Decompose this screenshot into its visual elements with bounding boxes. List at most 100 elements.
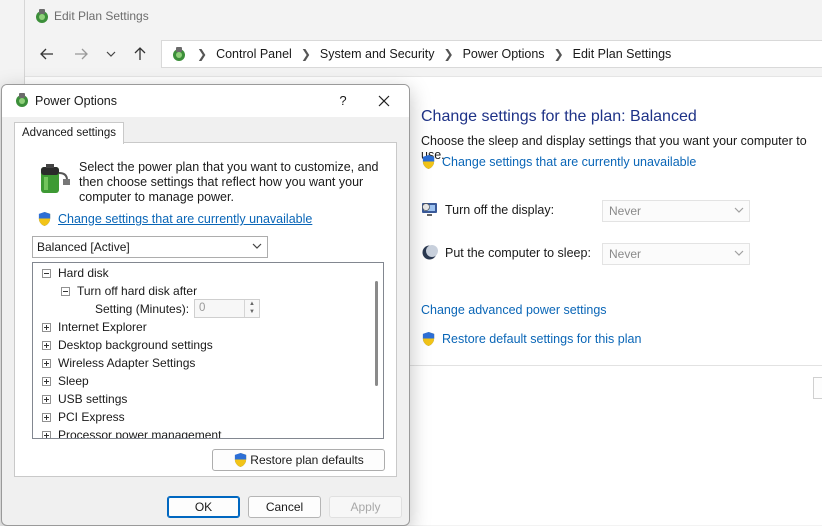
expand-icon[interactable] xyxy=(42,322,51,332)
battery-plug-icon xyxy=(41,164,70,193)
tree-item-wireless-adapter[interactable]: Wireless Adapter Settings xyxy=(42,354,195,372)
tree-scrollbar[interactable] xyxy=(371,263,383,438)
uac-shield-icon xyxy=(422,331,435,347)
tree-label: Sleep xyxy=(58,374,89,388)
expand-icon[interactable] xyxy=(42,394,51,404)
page-title: Change settings for the plan: Balanced xyxy=(421,108,697,125)
dialog-intro-text: Select the power plan that you want to c… xyxy=(79,160,379,204)
breadcrumb-control-panel[interactable]: Control Panel xyxy=(216,47,292,61)
dialog-title: Power Options xyxy=(35,94,117,108)
save-button-partial[interactable] xyxy=(813,377,822,399)
power-plan-select[interactable]: Balanced [Active] xyxy=(32,236,268,258)
expand-icon[interactable] xyxy=(42,412,51,422)
sleep-label: Put the computer to sleep: xyxy=(445,245,591,260)
display-timeout-select[interactable]: Never xyxy=(602,200,750,222)
breadcrumb-separator-icon: ❯ xyxy=(197,47,208,61)
chevron-down-icon xyxy=(106,51,116,57)
restore-default-settings-link[interactable]: Restore default settings for this plan xyxy=(442,332,641,346)
spin-down-icon[interactable]: ▼ xyxy=(245,308,259,316)
tree-item-setting-minutes: Setting (Minutes): xyxy=(95,300,189,318)
close-button[interactable] xyxy=(370,90,398,112)
breadcrumb-edit-plan-settings[interactable]: Edit Plan Settings xyxy=(573,47,672,61)
tree-label: Turn off hard disk after xyxy=(77,284,198,298)
close-icon xyxy=(378,95,390,107)
tree-label: Processor power management xyxy=(58,428,222,439)
tree-label: PCI Express xyxy=(58,410,125,424)
settings-tree: Hard disk Turn off hard disk after Setti… xyxy=(32,262,384,439)
arrow-right-icon xyxy=(75,48,88,60)
tree-item-pci-express[interactable]: PCI Express xyxy=(42,408,125,426)
tree-item-sleep[interactable]: Sleep xyxy=(42,372,89,390)
tree-item-internet-explorer[interactable]: Internet Explorer xyxy=(42,318,147,336)
chevron-down-icon xyxy=(734,250,744,256)
breadcrumb-separator-icon: ❯ xyxy=(553,47,564,61)
window-title: Edit Plan Settings xyxy=(54,9,149,23)
navigation-bar: ❯ Control Panel ❯ System and Security ❯ … xyxy=(25,32,822,77)
up-button[interactable] xyxy=(128,42,152,66)
tree-label: Hard disk xyxy=(58,266,109,280)
scrollbar-thumb[interactable] xyxy=(375,281,378,386)
tree-item-hard-disk[interactable]: Hard disk xyxy=(42,264,109,282)
tree-item-desktop-background[interactable]: Desktop background settings xyxy=(42,336,213,354)
tree-label: Wireless Adapter Settings xyxy=(58,356,196,370)
dialog-change-unavailable-link[interactable]: Change settings that are currently unava… xyxy=(58,212,312,226)
uac-shield-icon xyxy=(235,452,247,468)
chevron-down-icon xyxy=(734,207,744,213)
restore-defaults-row: Restore default settings for this plan xyxy=(421,331,641,347)
tree-label: Internet Explorer xyxy=(58,320,147,334)
sleep-timeout-select[interactable]: Never xyxy=(602,243,750,265)
power-options-icon xyxy=(16,93,28,107)
breadcrumb-separator-icon: ❯ xyxy=(443,47,454,61)
forward-button[interactable] xyxy=(69,42,93,66)
monitor-icon xyxy=(422,203,437,216)
breadcrumb-system-and-security[interactable]: System and Security xyxy=(320,47,435,61)
setting-minutes-value: 0 xyxy=(199,302,206,314)
dialog-unavailable-row: Change settings that are currently unava… xyxy=(37,211,312,227)
expand-icon[interactable] xyxy=(42,430,51,438)
ok-button[interactable]: OK xyxy=(167,496,240,518)
control-panel-icon xyxy=(173,47,185,61)
tree-item-turn-off-hard-disk[interactable]: Turn off hard disk after xyxy=(61,282,197,300)
restore-plan-defaults-label: Restore plan defaults xyxy=(250,453,364,467)
recent-locations-button[interactable] xyxy=(99,42,123,66)
display-label: Turn off the display: xyxy=(445,202,555,217)
cancel-button[interactable]: Cancel xyxy=(248,496,321,518)
breadcrumb-power-options[interactable]: Power Options xyxy=(463,47,545,61)
arrow-up-icon xyxy=(134,47,146,60)
tree-item-usb-settings[interactable]: USB settings xyxy=(42,390,127,408)
spinner-buttons[interactable]: ▲ ▼ xyxy=(244,300,259,317)
address-bar[interactable]: ❯ Control Panel ❯ System and Security ❯ … xyxy=(161,40,822,68)
moon-icon xyxy=(422,245,438,260)
power-options-dialog: Power Options ? Advanced settings Select… xyxy=(1,84,410,526)
window-titlebar: Edit Plan Settings xyxy=(25,0,822,32)
setting-minutes-spinner[interactable]: 0 ▲ ▼ xyxy=(194,299,260,318)
help-button[interactable]: ? xyxy=(332,90,354,112)
expand-icon[interactable] xyxy=(42,376,51,386)
advanced-settings-row: Change advanced power settings xyxy=(421,303,607,317)
dialog-titlebar: Power Options ? xyxy=(2,85,409,117)
power-plan-value: Balanced [Active] xyxy=(37,240,130,254)
sleep-timeout-value: Never xyxy=(609,247,642,261)
power-options-icon xyxy=(36,9,48,23)
setting-minutes-label: Setting (Minutes): xyxy=(95,302,190,316)
tree-item-processor-power[interactable]: Processor power management xyxy=(42,426,222,439)
display-timeout-value: Never xyxy=(609,204,642,218)
tab-advanced-settings[interactable]: Advanced settings xyxy=(14,122,124,144)
collapse-icon[interactable] xyxy=(42,268,51,278)
apply-button[interactable]: Apply xyxy=(329,496,402,518)
uac-shield-icon xyxy=(38,211,51,227)
advanced-settings-panel: Select the power plan that you want to c… xyxy=(14,142,397,477)
back-button[interactable] xyxy=(35,42,59,66)
breadcrumb-separator-icon: ❯ xyxy=(300,47,311,61)
uac-shield-icon xyxy=(422,154,435,170)
unavailable-settings-row: Change settings that are currently unava… xyxy=(421,154,696,170)
arrow-left-icon xyxy=(40,48,53,60)
expand-icon[interactable] xyxy=(42,358,51,368)
change-advanced-power-settings-link[interactable]: Change advanced power settings xyxy=(421,303,607,317)
change-unavailable-settings-link[interactable]: Change settings that are currently unava… xyxy=(442,155,696,169)
expand-icon[interactable] xyxy=(42,340,51,350)
tree-label: USB settings xyxy=(58,392,128,406)
spin-up-icon[interactable]: ▲ xyxy=(245,300,259,308)
restore-plan-defaults-button[interactable]: Restore plan defaults xyxy=(212,449,385,471)
collapse-icon[interactable] xyxy=(61,286,70,296)
